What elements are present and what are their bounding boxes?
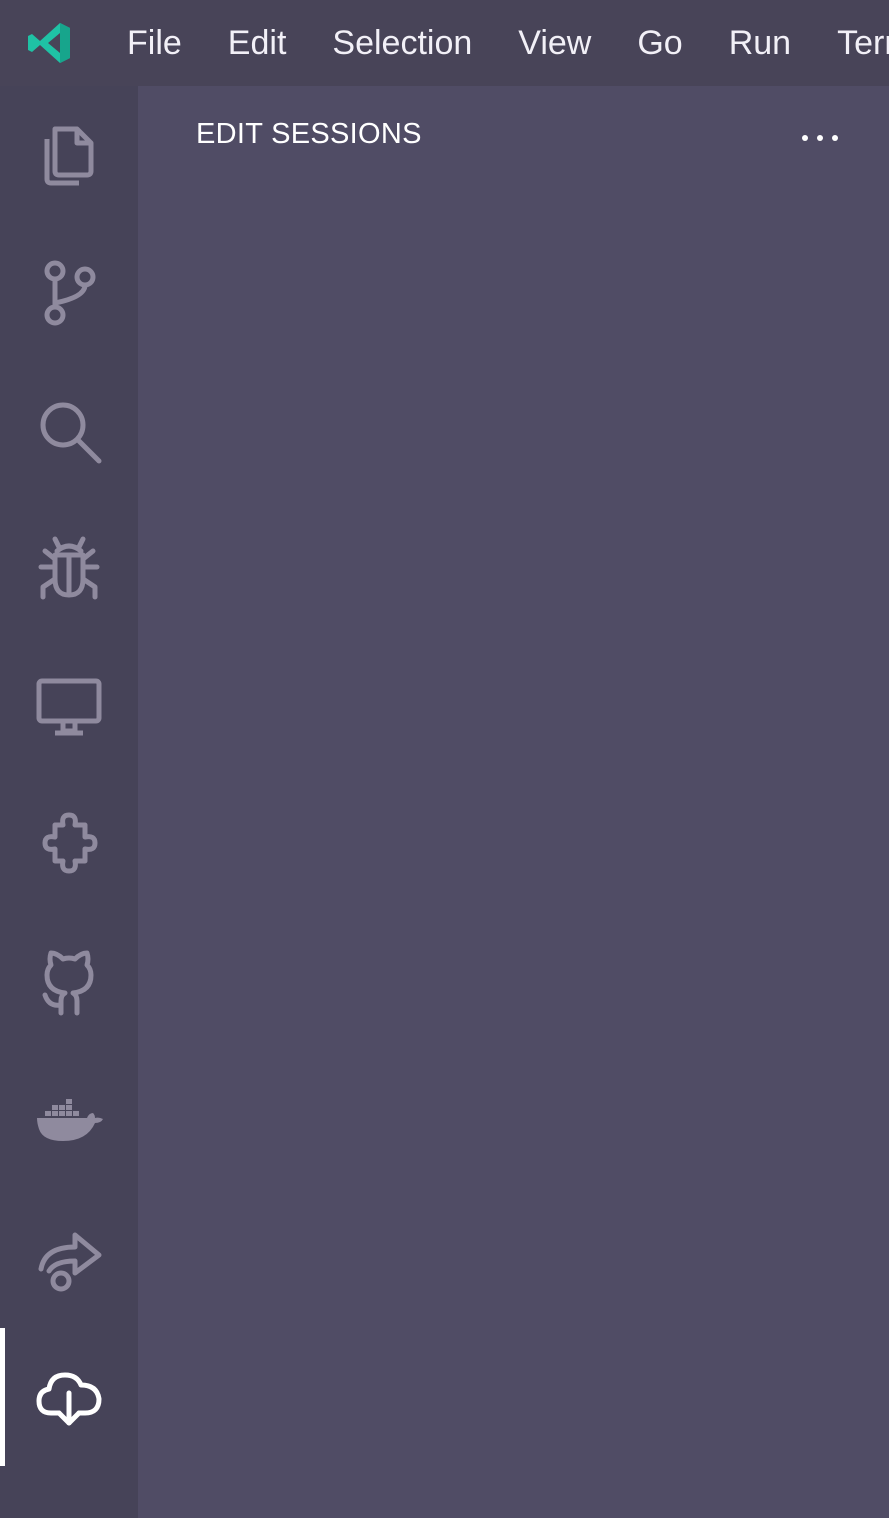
activity-docker[interactable] — [0, 1052, 138, 1190]
activity-search[interactable] — [0, 362, 138, 500]
remote-explorer-monitor-icon — [36, 678, 102, 736]
menu-go[interactable]: Go — [614, 0, 705, 86]
live-share-icon — [38, 1232, 102, 1292]
title-bar: File Edit Selection View Go Run Terminal — [0, 0, 889, 86]
extensions-puzzle-icon — [42, 812, 98, 874]
activity-github[interactable] — [0, 914, 138, 1052]
run-debug-bug-icon — [38, 536, 100, 600]
menu-view[interactable]: View — [495, 0, 614, 86]
menu-bar: File Edit Selection View Go Run Terminal — [104, 0, 889, 86]
menu-run[interactable]: Run — [706, 0, 814, 86]
activity-bar — [0, 86, 138, 1518]
menu-file[interactable]: File — [104, 0, 205, 86]
menu-selection[interactable]: Selection — [309, 0, 495, 86]
menu-edit[interactable]: Edit — [205, 0, 310, 86]
menu-terminal[interactable]: Terminal — [814, 0, 889, 86]
activity-extensions[interactable] — [0, 776, 138, 914]
sidebar-title: EDIT SESSIONS — [196, 118, 422, 150]
activity-run-debug[interactable] — [0, 500, 138, 638]
ellipsis-icon — [802, 135, 838, 141]
github-icon — [42, 950, 94, 1016]
edit-sessions-cloud-icon — [36, 1372, 102, 1426]
more-actions-button[interactable] — [790, 116, 850, 160]
activity-edit-sessions[interactable] — [0, 1328, 138, 1466]
edit-sessions-sidebar: EDIT SESSIONS — [138, 86, 889, 1518]
activity-source-control[interactable] — [0, 224, 138, 362]
docker-whale-icon — [37, 1099, 103, 1141]
vscode-logo-icon[interactable] — [26, 19, 74, 67]
activity-explorer[interactable] — [0, 86, 138, 224]
search-icon — [40, 402, 102, 464]
activity-remote-explorer[interactable] — [0, 638, 138, 776]
activity-live-share[interactable] — [0, 1190, 138, 1328]
source-control-icon — [44, 260, 96, 326]
explorer-files-icon — [44, 126, 94, 186]
